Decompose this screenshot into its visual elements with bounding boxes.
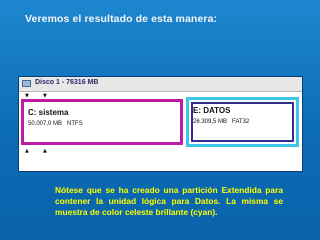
explanation-note: Nótese que se ha creado una partición Ex…	[55, 185, 283, 217]
partition-bottom-marker: ▲	[43, 148, 47, 154]
disk-manager-screenshot: Disco 1 - 76316 MB ▼ ▼ ▲ ▲ C: sistema 50…	[18, 76, 303, 172]
partition-filesystem: NTFS	[67, 121, 83, 127]
disk-header: Disco 1 - 76316 MB	[19, 77, 302, 92]
partition-size: 50.007,0 MB	[28, 121, 63, 127]
partition-filesystem: FAT32	[232, 119, 250, 125]
partition-size: 26.309,5 MB	[193, 119, 228, 125]
partition-name: E: DATOS	[193, 106, 231, 115]
partition-details: 26.309,5 MB FAT32	[193, 119, 249, 125]
partition-details: 50.007,0 MB NTFS	[28, 121, 83, 127]
slide-title: Veremos el resultado de esta manera:	[25, 13, 218, 25]
disk-title: Disco 1 - 76316 MB	[35, 79, 99, 86]
disk-icon	[22, 80, 31, 87]
partition-e-datos: E: DATOS 26.309,5 MB FAT32	[186, 97, 299, 147]
partition-name: C: sistema	[28, 108, 69, 117]
partition-c-sistema: C: sistema 50.007,0 MB NTFS	[21, 99, 183, 145]
partition-bottom-left-marker: ▲	[25, 148, 29, 154]
